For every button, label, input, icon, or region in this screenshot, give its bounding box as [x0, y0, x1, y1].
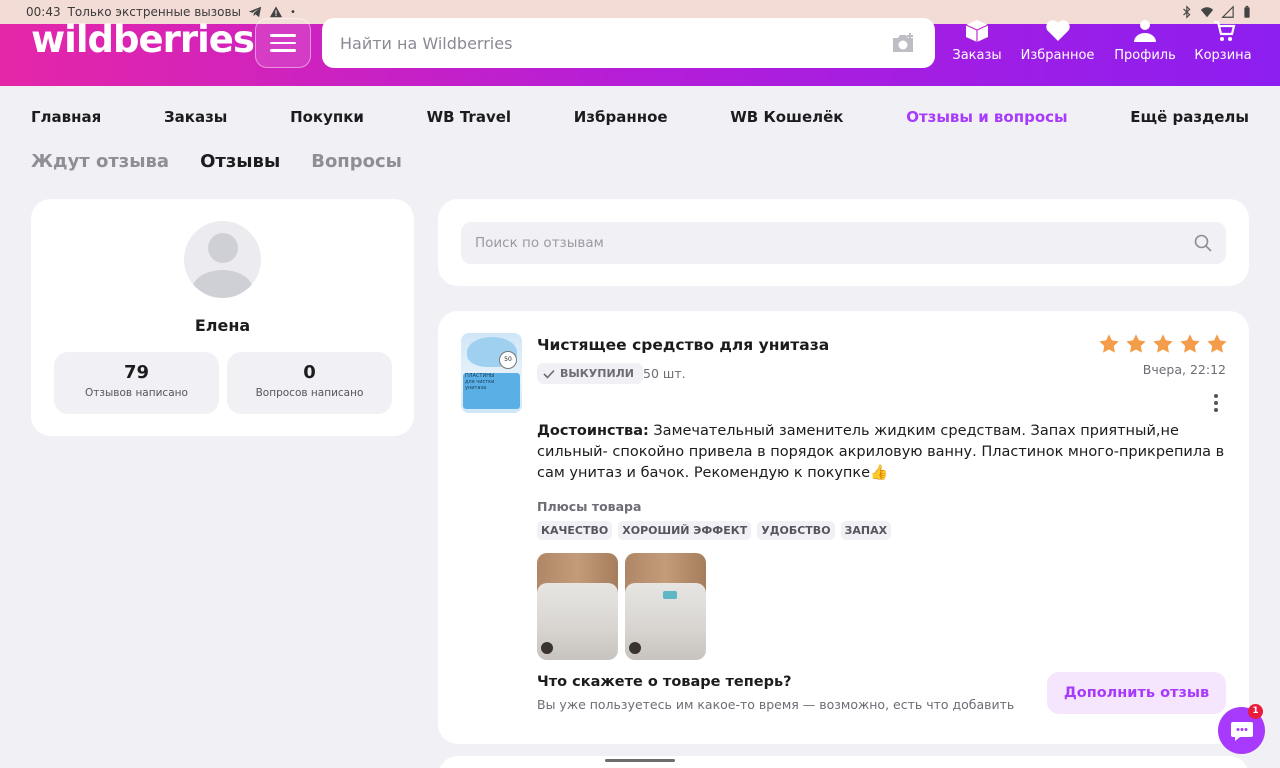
- wifi-icon: [1200, 7, 1214, 18]
- bluetooth-icon: [1183, 5, 1191, 19]
- review-photo-2[interactable]: [625, 553, 706, 660]
- top-menu-item-home[interactable]: Главная: [31, 108, 101, 126]
- telegram-icon: [248, 6, 262, 18]
- status-time: 00:43: [26, 5, 61, 19]
- header: wildberries Заказы Избранное Профиль Кор…: [0, 18, 1280, 86]
- pros-tags: КАЧЕСТВО ХОРОШИЙ ЭФФЕКТ УДОБСТВО ЗАПАХ: [537, 521, 892, 540]
- star-icon: [1180, 334, 1200, 353]
- top-menu-item-purchases[interactable]: Покупки: [290, 108, 364, 126]
- reviews-count-label: Отзывов написано: [85, 387, 188, 399]
- top-menu-item-reviews[interactable]: Отзывы и вопросы: [906, 108, 1067, 126]
- chat-icon: [1230, 721, 1253, 741]
- camera-search-icon[interactable]: [889, 31, 917, 55]
- bought-badge: ВЫКУПИЛИ: [537, 363, 644, 384]
- tab-awaiting-review[interactable]: Ждут отзыва: [31, 151, 169, 172]
- review-photo-1[interactable]: [537, 553, 618, 660]
- avatar: [184, 221, 261, 298]
- followup-title: Что скажете о товаре теперь?: [537, 674, 792, 690]
- reviews-count-stat: 79 Отзывов написано: [54, 352, 219, 414]
- questions-count: 0: [303, 362, 316, 383]
- box-icon: [965, 20, 989, 42]
- reviews-count: 79: [123, 362, 150, 383]
- profile-name: Елена: [194, 316, 251, 335]
- review-text-label: Достоинства:: [537, 423, 649, 439]
- top-menu: Главная Заказы Покупки WB Travel Избранн…: [31, 108, 1249, 126]
- top-menu-item-wb-travel[interactable]: WB Travel: [427, 108, 511, 126]
- pros-title: Плюсы товара: [537, 499, 642, 514]
- profile-card: Елена 79 Отзывов написано 0 Вопросов нап…: [31, 199, 414, 436]
- top-menu-item-wallet[interactable]: WB Кошелёк: [730, 108, 843, 126]
- top-menu-item-orders[interactable]: Заказы: [164, 108, 227, 126]
- pros-tag: КАЧЕСТВО: [537, 521, 613, 540]
- heart-icon: [1045, 20, 1070, 41]
- review-search[interactable]: [461, 222, 1226, 264]
- header-nav-label: Корзина: [1194, 48, 1252, 63]
- battery-icon: [1244, 5, 1250, 18]
- bought-label: ВЫКУПИЛИ: [560, 367, 635, 380]
- top-menu-item-more[interactable]: Ещё разделы: [1130, 108, 1249, 126]
- review-subtabs: Ждут отзыва Отзывы Вопросы: [31, 151, 402, 172]
- pros-tag: УДОБСТВО: [757, 521, 835, 540]
- review-card: 50 ПЛАСТИНЫ для чистки унитаза Чистящее …: [438, 311, 1249, 744]
- followup-subtitle: Вы уже пользуетесь им какое-то время — в…: [537, 697, 1015, 712]
- questions-count-stat: 0 Вопросов написано: [227, 352, 392, 414]
- thumb-badge: 50: [499, 351, 517, 369]
- search-input[interactable]: [340, 33, 889, 53]
- thumb-text: ПЛАСТИНЫ для чистки унитаза: [465, 373, 495, 391]
- rating-stars: [1098, 333, 1228, 355]
- review-search-input[interactable]: [475, 235, 1194, 251]
- menu-button[interactable]: [255, 18, 311, 68]
- more-vertical-icon[interactable]: [1213, 393, 1219, 413]
- product-title[interactable]: Чистящее средство для унитаза: [537, 336, 829, 354]
- menu-icon: [270, 34, 296, 37]
- next-review-card: [438, 756, 1249, 768]
- warning-icon: [269, 6, 283, 18]
- check-icon: [543, 369, 555, 379]
- header-nav-profile[interactable]: Профиль: [1114, 20, 1176, 63]
- chat-badge: 1: [1248, 704, 1263, 719]
- user-icon: [1134, 20, 1156, 42]
- pros-tag: ЗАПАХ: [840, 521, 892, 540]
- header-search[interactable]: [322, 18, 935, 68]
- home-indicator[interactable]: [605, 759, 675, 762]
- pros-tag: ХОРОШИЙ ЭФФЕКТ: [618, 521, 752, 540]
- star-icon: [1153, 334, 1173, 353]
- search-icon[interactable]: [1194, 234, 1212, 252]
- tab-questions[interactable]: Вопросы: [311, 151, 402, 172]
- cart-icon: [1214, 20, 1236, 41]
- status-message: Только экстренные вызовы: [67, 5, 242, 19]
- dot-icon: •: [290, 6, 296, 18]
- star-icon: [1099, 334, 1119, 353]
- header-nav-favorites[interactable]: Избранное: [1020, 20, 1095, 63]
- add-to-review-button[interactable]: Дополнить отзыв: [1047, 672, 1226, 714]
- top-menu-item-favorites[interactable]: Избранное: [574, 108, 668, 126]
- quantity: 50 шт.: [643, 366, 686, 381]
- product-thumbnail[interactable]: 50 ПЛАСТИНЫ для чистки унитаза: [461, 333, 522, 413]
- header-nav-label: Заказы: [952, 48, 1002, 63]
- header-nav-label: Профиль: [1114, 48, 1176, 63]
- tab-reviews[interactable]: Отзывы: [200, 151, 280, 172]
- review-search-card: [438, 199, 1249, 286]
- review-date: Вчера, 22:12: [1142, 362, 1226, 377]
- header-nav-cart[interactable]: Корзина: [1194, 20, 1252, 63]
- header-nav-label: Избранное: [1020, 48, 1095, 63]
- wildberries-logo[interactable]: wildberries: [31, 18, 255, 61]
- questions-count-label: Вопросов написано: [255, 387, 364, 399]
- review-text: Достоинства: Замечательный заменитель жи…: [537, 421, 1227, 484]
- header-nav-orders[interactable]: Заказы: [952, 20, 1002, 63]
- star-icon: [1126, 334, 1146, 353]
- star-icon: [1207, 334, 1227, 353]
- signal-icon: [1221, 5, 1234, 18]
